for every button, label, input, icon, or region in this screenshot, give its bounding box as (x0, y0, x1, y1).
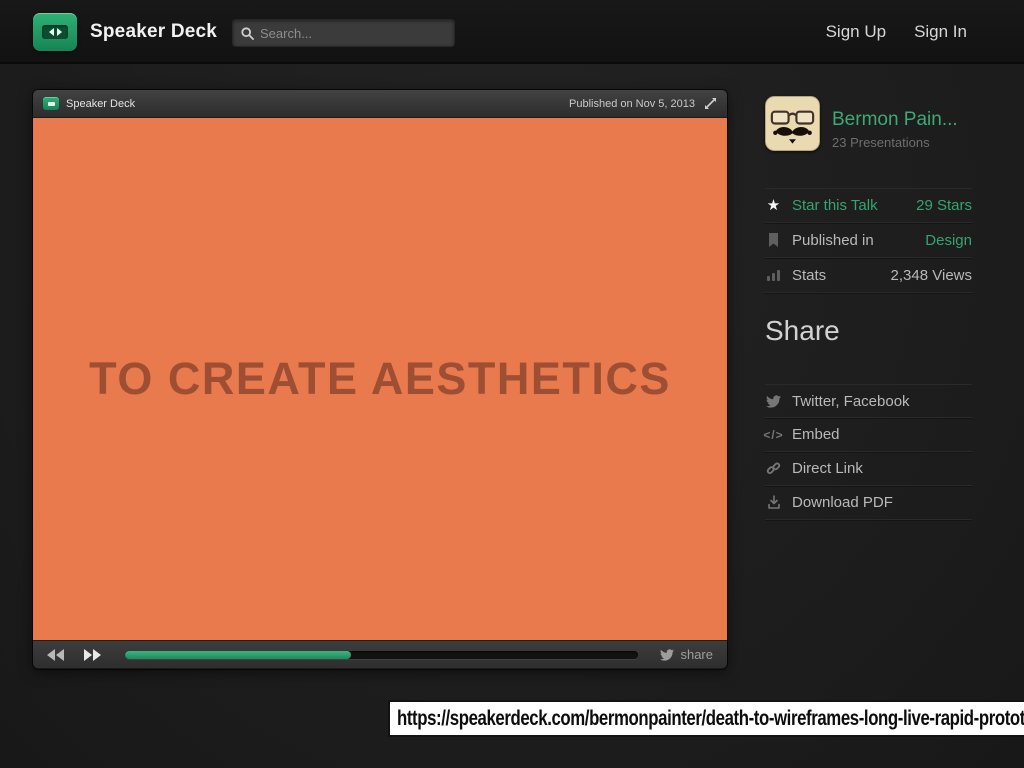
player-header: Speaker Deck Published on Nov 5, 2013 (33, 90, 727, 118)
views-count: 2,348 Views (891, 267, 972, 284)
player-share-button[interactable]: share (660, 647, 713, 662)
download-icon (765, 495, 782, 510)
stats-label: Stats (792, 267, 826, 284)
share-twitter-facebook-label: Twitter, Facebook (792, 393, 910, 410)
url-banner: https://speakerdeck.com/bermonpainter/de… (388, 700, 1024, 737)
sign-up-link[interactable]: Sign Up (826, 22, 886, 42)
share-direct-link-label: Direct Link (792, 460, 863, 477)
progress-bar[interactable] (125, 651, 638, 659)
star-this-talk-row[interactable]: ★ Star this Talk 29 Stars (765, 188, 972, 223)
author-profile[interactable]: Bermon Pain... 23 Presentations (765, 96, 972, 151)
progress-fill (125, 651, 351, 659)
speakerdeck-logo-glyph (42, 25, 68, 39)
share-embed-row[interactable]: </> Embed (765, 418, 972, 452)
search-icon (241, 27, 254, 40)
player-share-label: share (680, 647, 713, 662)
fast-forward-icon[interactable] (84, 649, 101, 661)
embed-code-icon: </> (765, 428, 782, 442)
share-twitter-facebook-row[interactable]: Twitter, Facebook (765, 384, 972, 418)
brand-title[interactable]: Speaker Deck (90, 0, 217, 64)
slide-title: TO CREATE AESTHETICS (89, 353, 671, 405)
mustache-glasses-avatar (765, 96, 820, 151)
bar-chart-icon (765, 270, 782, 281)
speakerdeck-mini-logo-icon[interactable] (43, 97, 59, 110)
url-text: https://speakerdeck.com/bermonpainter/de… (397, 707, 1024, 731)
share-download-pdf-row[interactable]: Download PDF (765, 486, 972, 520)
search-box[interactable] (232, 19, 455, 47)
published-in-row[interactable]: Published in Design (765, 223, 972, 258)
player-controls: share (33, 640, 727, 668)
search-input[interactable] (260, 26, 446, 41)
share-heading: Share (765, 315, 972, 347)
share-options-list: Twitter, Facebook </> Embed Direct Link (765, 384, 972, 520)
sign-in-link[interactable]: Sign In (914, 22, 967, 42)
sidebar: Bermon Pain... 23 Presentations ★ Star t… (765, 96, 972, 520)
share-embed-label: Embed (792, 426, 840, 443)
speakerdeck-logo[interactable] (33, 13, 77, 51)
auth-links: Sign Up Sign In (826, 0, 967, 64)
published-in-category: Design (925, 232, 972, 249)
twitter-icon (765, 395, 782, 408)
presentation-player: Speaker Deck Published on Nov 5, 2013 TO… (33, 90, 727, 669)
fullscreen-expand-icon[interactable] (704, 97, 717, 110)
author-name[interactable]: Bermon Pain... (832, 109, 958, 131)
twitter-icon (660, 649, 674, 661)
star-label: Star this Talk (792, 197, 878, 214)
published-in-label: Published in (792, 232, 874, 249)
star-icon: ★ (765, 198, 782, 213)
bookmark-icon (765, 233, 782, 248)
star-count: 29 Stars (916, 197, 972, 214)
link-icon (765, 461, 782, 476)
published-date: Published on Nov 5, 2013 (569, 98, 695, 110)
rewind-icon[interactable] (47, 649, 64, 661)
author-presentations: 23 Presentations (832, 135, 958, 150)
share-direct-link-row[interactable]: Direct Link (765, 452, 972, 486)
stats-row[interactable]: Stats 2,348 Views (765, 258, 972, 293)
slide[interactable]: TO CREATE AESTHETICS (33, 118, 727, 640)
share-download-pdf-label: Download PDF (792, 494, 893, 511)
player-header-title: Speaker Deck (66, 98, 135, 110)
top-navbar: Speaker Deck Sign Up Sign In (0, 0, 1024, 64)
talk-stats-list: ★ Star this Talk 29 Stars Published in D… (765, 188, 972, 293)
